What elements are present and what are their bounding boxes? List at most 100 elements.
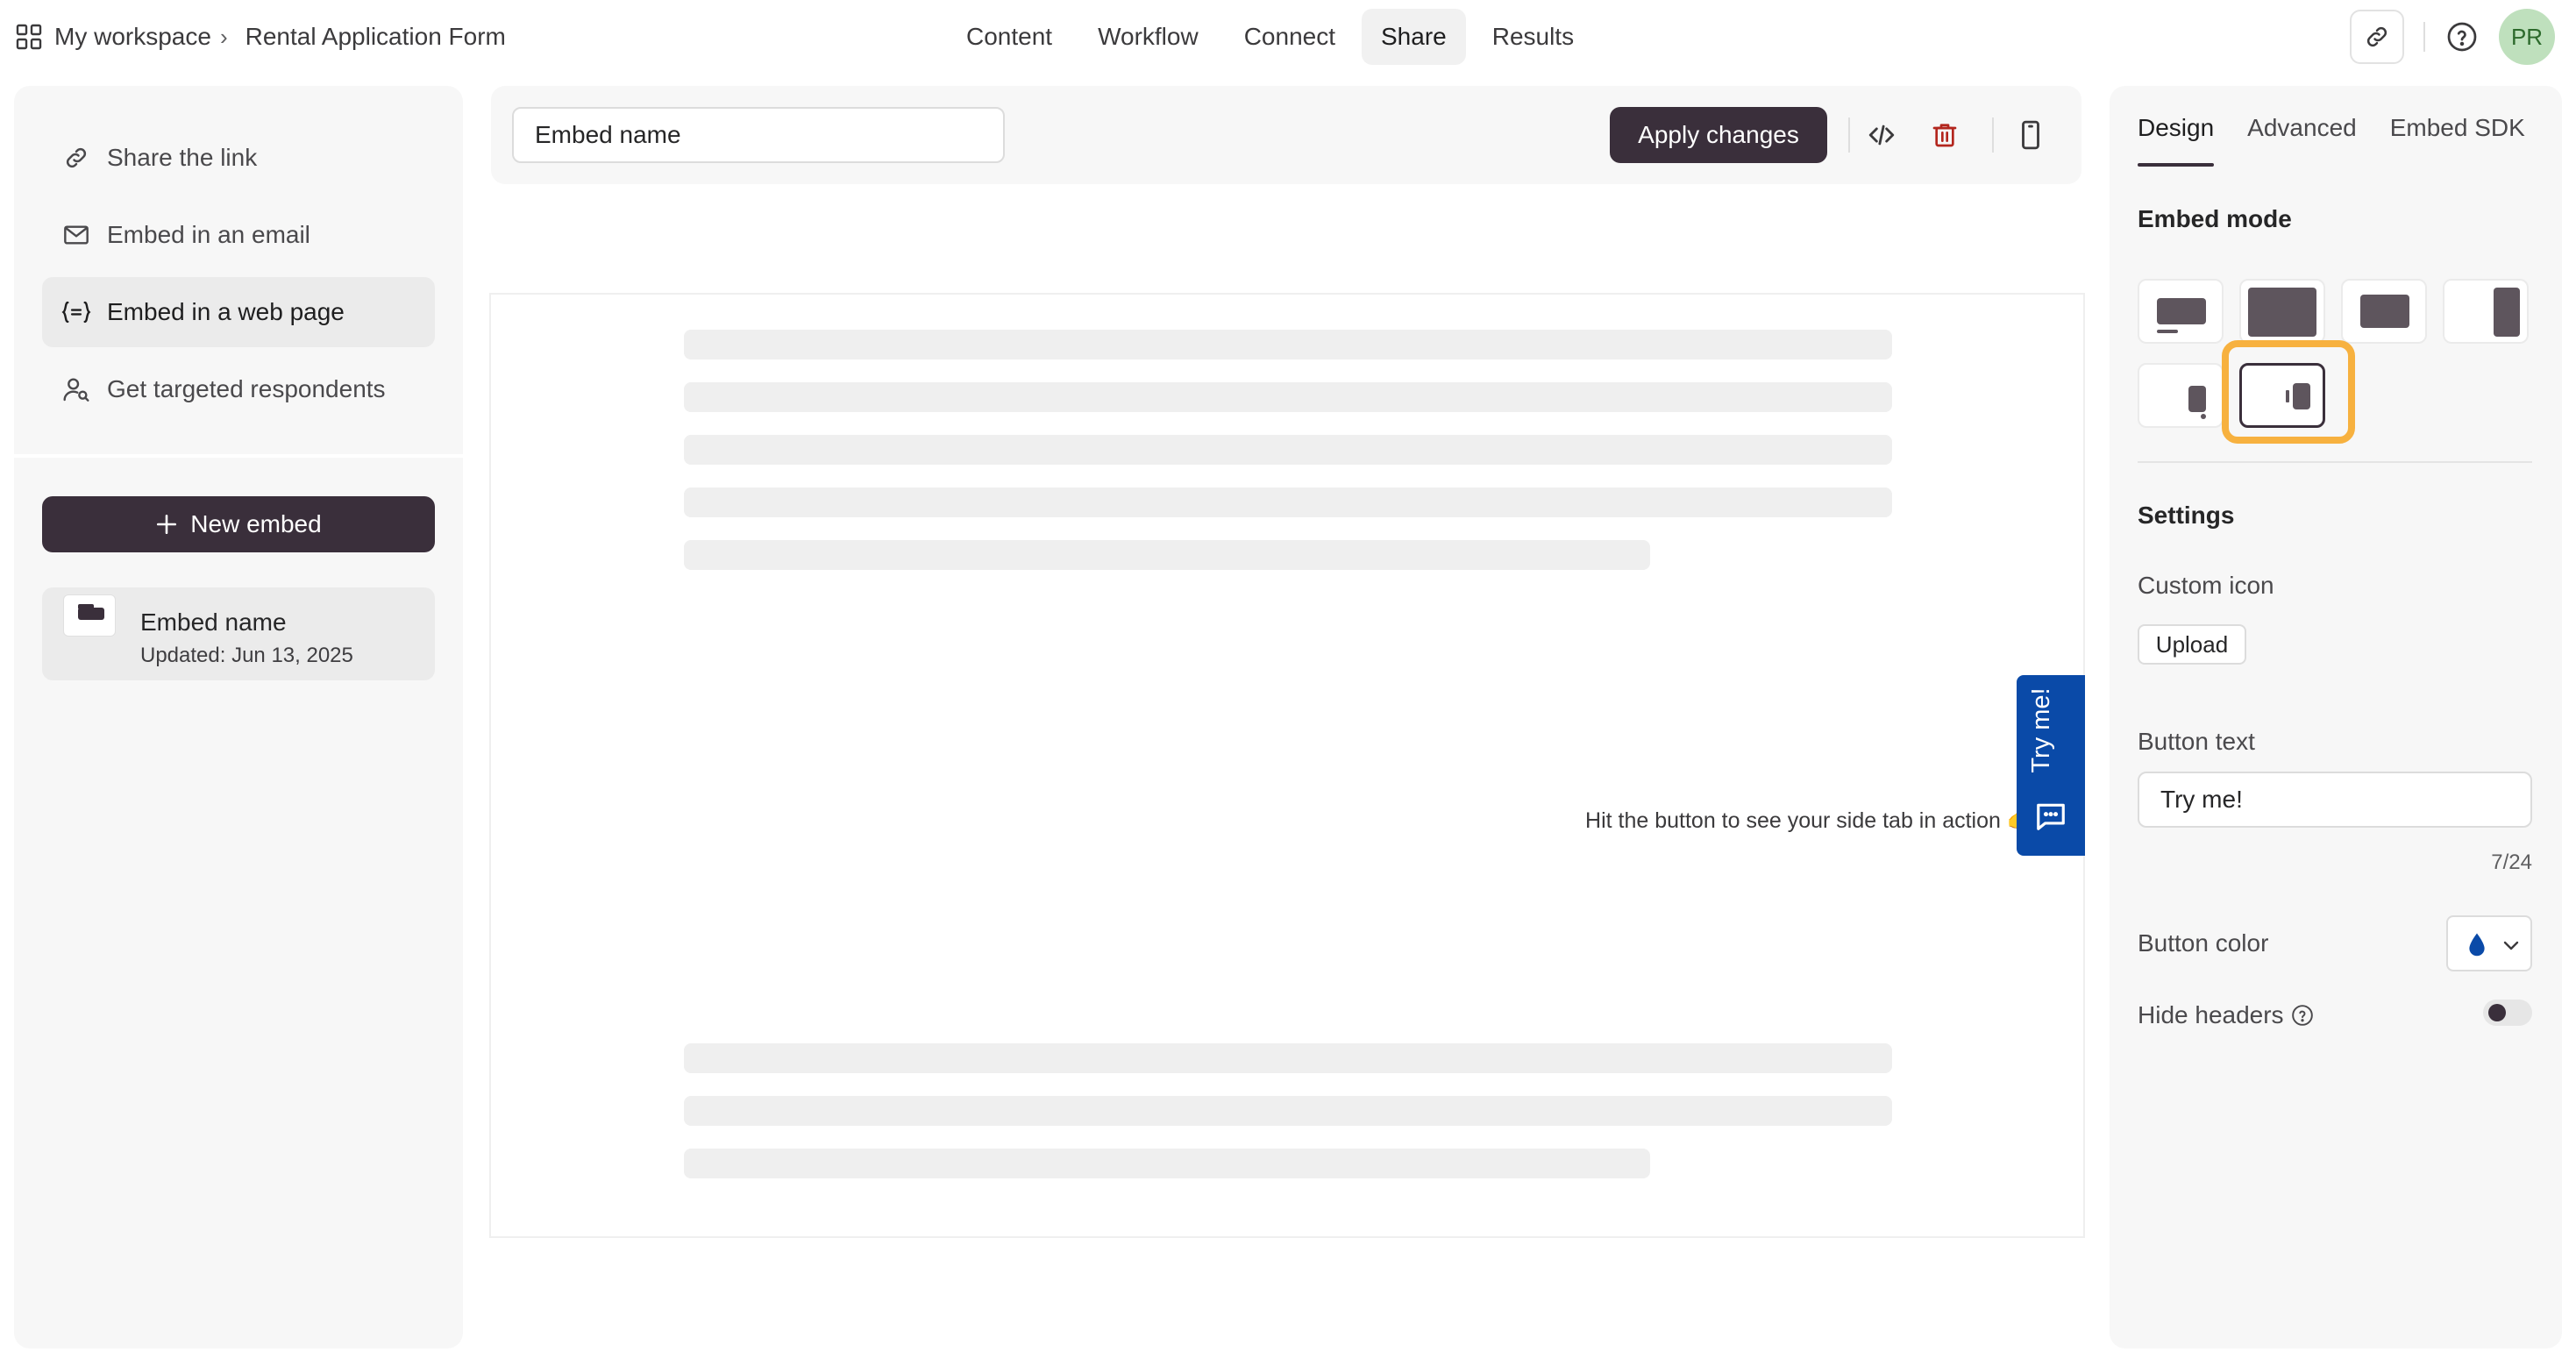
button-text-label: Button text: [2138, 728, 2255, 755]
embed-name-input[interactable]: [512, 107, 1005, 163]
tab-share[interactable]: Share: [1362, 9, 1466, 65]
share-menu-item-label: Share the link: [107, 144, 258, 171]
placeholder-line: [684, 540, 1650, 570]
toggle-knob: [2488, 1004, 2506, 1021]
mode-standard-line: [2157, 330, 2178, 333]
apps-grid-icon[interactable]: [16, 24, 42, 50]
placeholder-line: [684, 1149, 1650, 1178]
share-menu-item-email[interactable]: Embed in an email: [42, 200, 435, 270]
upload-button[interactable]: Upload: [2138, 624, 2246, 665]
divider: [1848, 117, 1850, 153]
trash-icon: [1931, 120, 1959, 150]
tab-content[interactable]: Content: [947, 9, 1071, 65]
breadcrumb: My workspace › Rental Application Form: [16, 19, 506, 54]
hide-headers-label: Hide headers: [2138, 1001, 2284, 1028]
mobile-icon: [2019, 120, 2042, 150]
embed-item-name: Embed name: [140, 608, 287, 636]
share-menu-item-label: Embed in a web page: [107, 298, 345, 325]
selected-mode-highlight: [2222, 340, 2355, 444]
divider: [14, 454, 463, 458]
button-color-picker[interactable]: [2446, 915, 2532, 971]
side-tab-button[interactable]: Try me!: [2017, 675, 2085, 856]
side-tab-label: Try me!: [2026, 687, 2055, 773]
embed-item-updated: Updated: Jun 13, 2025: [140, 644, 353, 667]
link-icon: [2364, 24, 2390, 50]
embed-mode-popup[interactable]: [2341, 279, 2427, 344]
plus-icon: [155, 513, 178, 536]
share-menu-item-web-page[interactable]: Embed in a web page: [42, 277, 435, 347]
color-drop-icon: [2466, 931, 2488, 959]
top-bar: My workspace › Rental Application Form C…: [0, 0, 2576, 74]
button-text-input[interactable]: [2138, 772, 2532, 828]
tab-advanced[interactable]: Advanced: [2247, 112, 2357, 170]
get-code-button[interactable]: [1864, 117, 1899, 153]
breadcrumb-form-name[interactable]: Rental Application Form: [246, 23, 506, 51]
placeholder-line: [684, 1043, 1892, 1073]
share-menu-item-label: Get targeted respondents: [107, 375, 386, 402]
embed-mode-title: Embed mode: [2138, 205, 2292, 232]
design-panel-tabs: Design Advanced Embed SDK: [2138, 112, 2525, 170]
share-sidebar: Share the link Embed in an email Embed i…: [14, 86, 463, 1348]
share-menu: Share the link Embed in an email Embed i…: [42, 123, 435, 431]
help-button[interactable]: [2444, 19, 2480, 54]
tab-workflow[interactable]: Workflow: [1078, 9, 1218, 65]
design-panel: Design Advanced Embed SDK Embed mode Set…: [2110, 86, 2562, 1348]
code-icon: [1867, 120, 1896, 150]
embed-code-icon: [61, 297, 91, 327]
delete-embed-button[interactable]: [1927, 117, 1962, 153]
top-right-actions: PR: [2350, 9, 2555, 65]
placeholder-line: [684, 435, 1892, 465]
apply-changes-button[interactable]: Apply changes: [1610, 107, 1827, 163]
copy-link-button[interactable]: [2350, 10, 2404, 64]
custom-icon-label: Custom icon: [2138, 572, 2274, 599]
embed-toolbar: Apply changes: [491, 86, 2081, 184]
mode-standard-icon: [2157, 298, 2206, 324]
mode-popover-dot: [2201, 414, 2206, 419]
user-search-icon: [61, 374, 91, 404]
placeholder-line: [684, 487, 1892, 517]
placeholder-line: [684, 382, 1892, 412]
divider: [1992, 117, 1994, 153]
share-menu-item-respondents[interactable]: Get targeted respondents: [42, 354, 435, 424]
embed-preview: Hit the button to see your side tab in a…: [489, 293, 2085, 1238]
embed-mode-popover[interactable]: [2138, 363, 2224, 428]
mobile-preview-button[interactable]: [2013, 117, 2048, 153]
breadcrumb-workspace[interactable]: My workspace: [54, 23, 211, 51]
help-icon: [2446, 21, 2478, 53]
mail-icon: [61, 220, 91, 250]
button-color-label: Button color: [2138, 929, 2269, 957]
placeholder-line: [684, 330, 1892, 359]
embed-mode-full-page[interactable]: [2239, 279, 2325, 344]
hide-headers-row: Hide headers: [2138, 1001, 2314, 1029]
share-menu-item-link[interactable]: Share the link: [42, 123, 435, 193]
mode-popover-icon: [2188, 386, 2206, 412]
tab-design[interactable]: Design: [2138, 112, 2215, 170]
embed-mode-standard[interactable]: [2138, 279, 2224, 344]
preview-hint-text: Hit the button to see your side tab in a…: [1585, 808, 2034, 833]
divider: [2423, 22, 2425, 52]
share-menu-item-label: Embed in an email: [107, 221, 310, 248]
tab-connect[interactable]: Connect: [1225, 9, 1355, 65]
chat-icon: [2034, 800, 2067, 833]
new-embed-button[interactable]: New embed: [42, 496, 435, 552]
main-nav: Content Workflow Connect Share Results: [947, 9, 1593, 65]
embed-mode-thumbnail-icon: [63, 594, 116, 637]
tab-results[interactable]: Results: [1473, 9, 1593, 65]
divider: [2138, 461, 2532, 463]
settings-title: Settings: [2138, 502, 2235, 529]
new-embed-label: New embed: [190, 510, 322, 537]
hide-headers-toggle[interactable]: [2483, 1000, 2532, 1026]
mode-popup-icon: [2360, 295, 2409, 328]
breadcrumb-separator: ›: [219, 23, 228, 50]
tab-embed-sdk[interactable]: Embed SDK: [2390, 112, 2525, 170]
link-icon: [61, 143, 91, 173]
placeholder-line: [684, 1096, 1892, 1126]
mode-full-page-icon: [2248, 288, 2316, 337]
embed-mode-slider[interactable]: [2443, 279, 2529, 344]
embed-list-item[interactable]: Embed name Updated: Jun 13, 2025: [42, 587, 435, 680]
mode-slider-icon: [2494, 288, 2520, 337]
info-icon[interactable]: [2291, 1004, 2314, 1027]
button-text-counter: 7/24: [2491, 850, 2532, 874]
avatar[interactable]: PR: [2499, 9, 2555, 65]
chevron-down-icon: [2501, 935, 2522, 956]
